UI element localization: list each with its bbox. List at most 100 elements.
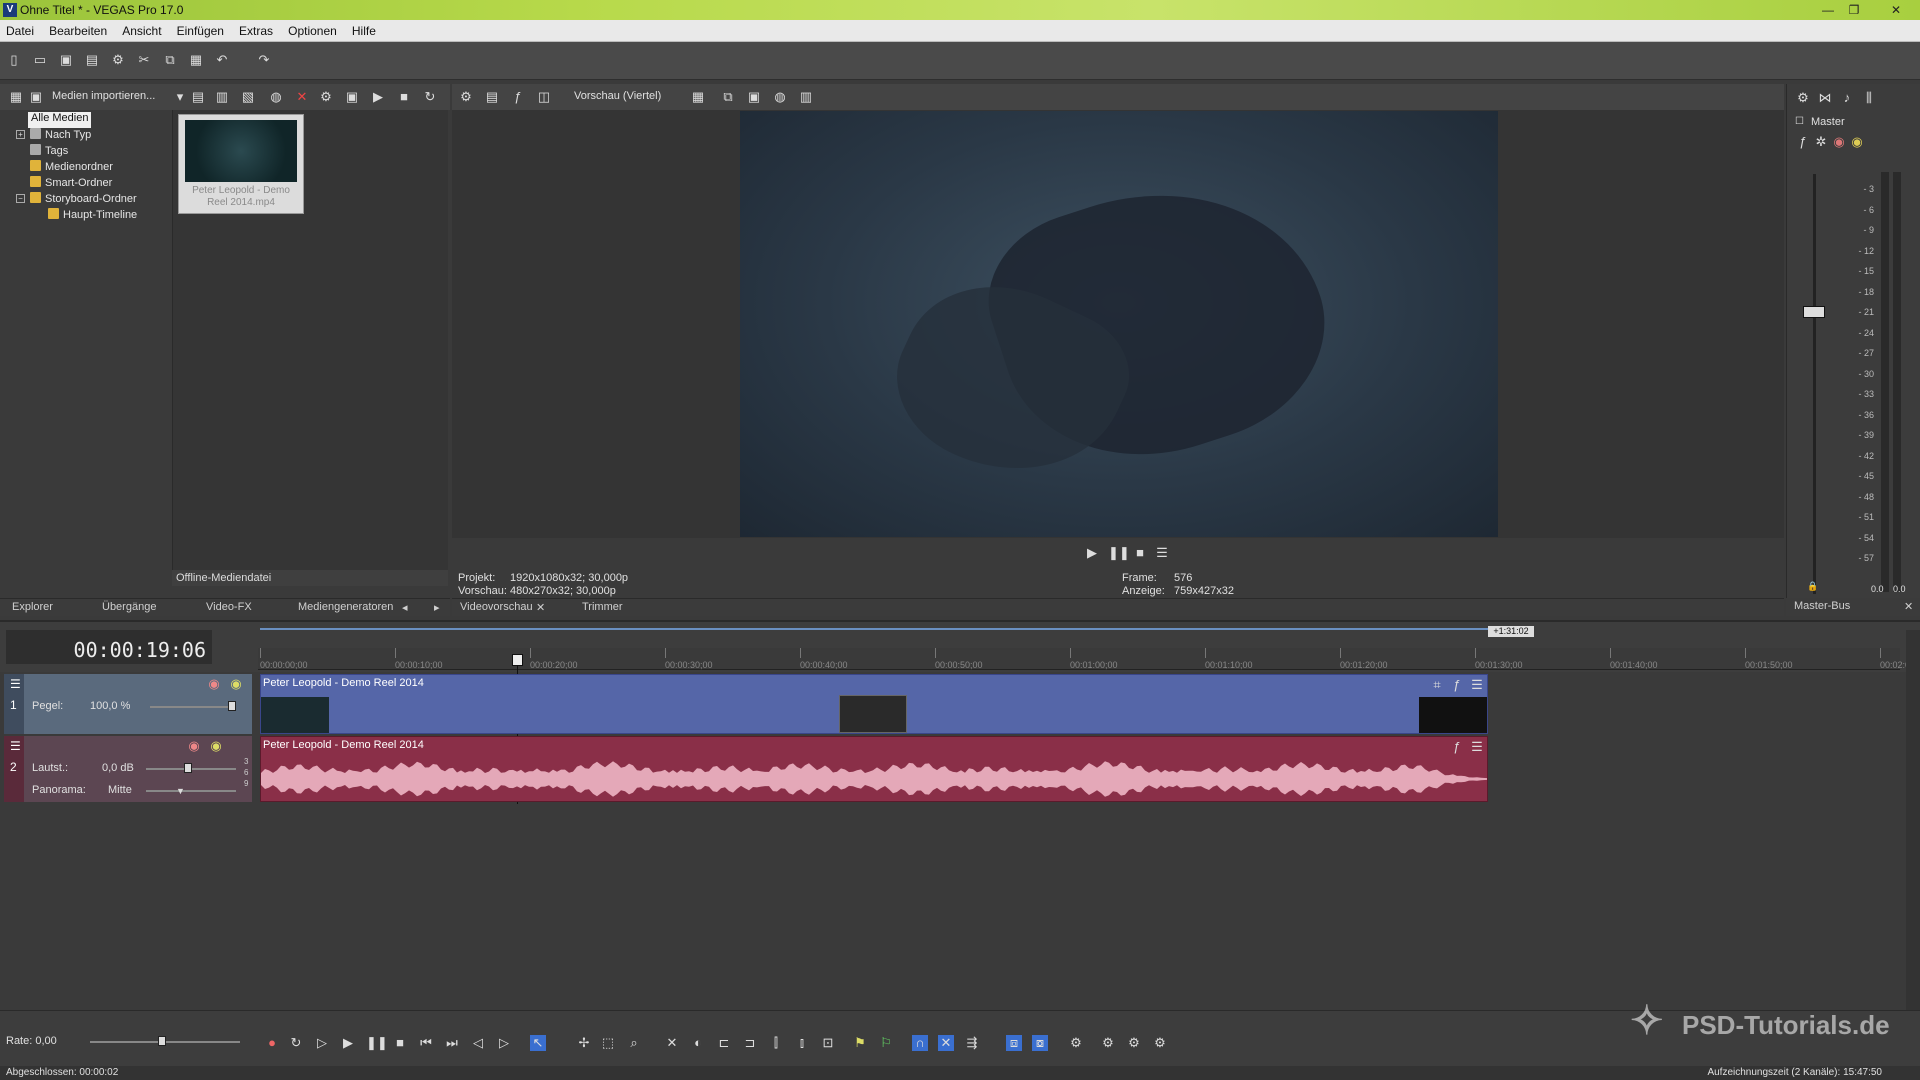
- menu-datei[interactable]: Datei: [0, 20, 40, 38]
- tree-item-tags[interactable]: Tags: [30, 144, 68, 160]
- bin-icon[interactable]: ◍: [268, 89, 284, 105]
- delete-icon[interactable]: ✕: [664, 1035, 680, 1051]
- fx-icon[interactable]: ƒ: [1795, 134, 1811, 150]
- meters-icon[interactable]: ⫼: [1861, 90, 1877, 106]
- event-pan-icon[interactable]: ⚙: [1100, 1035, 1116, 1051]
- save-snapshot-icon[interactable]: ▣: [746, 89, 762, 105]
- dropdown-chevron-icon[interactable]: ▾: [172, 89, 188, 105]
- open-folder-icon[interactable]: ▭: [32, 52, 48, 68]
- normal-edit-tool-icon[interactable]: ↖: [530, 1035, 546, 1051]
- pan-crop-icon[interactable]: ⌗: [1429, 677, 1445, 693]
- close-tab-icon[interactable]: ✕: [536, 601, 545, 614]
- capture-icon[interactable]: ▤: [190, 89, 206, 105]
- tab-scroll-right-icon[interactable]: ▸: [434, 601, 440, 614]
- event-fx-icon[interactable]: ⚙: [1068, 1035, 1084, 1051]
- audio-track-header[interactable]: ☰ 2 ◉ ◉ Lautst.: 0,0 dB Panorama: Mitte …: [4, 736, 252, 802]
- play-icon[interactable]: ▶: [1084, 545, 1100, 561]
- tab-trimmer[interactable]: Trimmer: [582, 601, 623, 613]
- paste-icon[interactable]: ▦: [188, 52, 204, 68]
- close-tab-icon[interactable]: ✕: [1904, 600, 1913, 613]
- play-icon[interactable]: ▶: [370, 89, 386, 105]
- tab-master-bus[interactable]: Master-Bus: [1794, 600, 1850, 612]
- next-frame-icon[interactable]: ▷: [496, 1035, 512, 1051]
- lock-envelopes-icon[interactable]: ⧈: [1006, 1035, 1022, 1051]
- close-button[interactable]: ✕: [1886, 2, 1906, 18]
- import-media-button[interactable]: Medien importieren...: [52, 90, 155, 102]
- auto-ripple-icon[interactable]: ⇶: [964, 1035, 980, 1051]
- overlays-icon[interactable]: ▦: [690, 89, 706, 105]
- tab-scroll-left-icon[interactable]: ◂: [402, 601, 408, 614]
- loop-region[interactable]: [260, 628, 1488, 630]
- adjust-icon[interactable]: ◍: [772, 89, 788, 105]
- minimize-button[interactable]: —: [1818, 2, 1838, 18]
- autopreview-icon[interactable]: ↻: [422, 89, 438, 105]
- timecode-display[interactable]: 00:00:19:06: [6, 630, 212, 664]
- snapping-icon[interactable]: ∩: [912, 1035, 928, 1051]
- view-icon[interactable]: ▦: [8, 89, 24, 105]
- pause-icon[interactable]: ❚❚: [1108, 545, 1130, 561]
- clip-fx-icon[interactable]: ƒ: [1449, 677, 1465, 693]
- timeline-empty-area[interactable]: [0, 804, 1900, 1010]
- get-media-icon[interactable]: ▧: [240, 89, 256, 105]
- trim-start-icon[interactable]: ⊏: [716, 1035, 732, 1051]
- grid-icon[interactable]: ▥: [798, 89, 814, 105]
- region-icon[interactable]: ⚐: [878, 1035, 894, 1051]
- solo-icon[interactable]: ◉: [1849, 134, 1865, 150]
- master-checkbox[interactable]: ☐: [1795, 116, 1804, 127]
- envelope-tool-icon[interactable]: ✢: [576, 1035, 592, 1051]
- render-icon[interactable]: ▤: [84, 52, 100, 68]
- rate-slider-knob[interactable]: [158, 1036, 166, 1046]
- delete-icon[interactable]: ✕: [294, 89, 310, 105]
- pan-slider-track[interactable]: [146, 790, 236, 792]
- selection-tool-icon[interactable]: ⬚: [600, 1035, 616, 1051]
- ignore-grouping-icon[interactable]: ⧇: [1032, 1035, 1048, 1051]
- copy-snapshot-icon[interactable]: ⧉: [720, 89, 736, 105]
- trim-icon[interactable]: ◐: [690, 1035, 706, 1051]
- fx-icon[interactable]: ƒ: [510, 89, 526, 105]
- properties-gear-icon[interactable]: ⚙: [110, 52, 126, 68]
- video-track-header[interactable]: ☰ 1 ◉ ◉ Pegel: 100,0 %: [4, 674, 252, 734]
- follow-icon[interactable]: ⚙: [1152, 1035, 1168, 1051]
- mute-icon[interactable]: ◉: [206, 676, 222, 692]
- play-from-start-icon[interactable]: ▷: [314, 1035, 330, 1051]
- glue-icon[interactable]: ⫾: [794, 1035, 810, 1051]
- split-icon[interactable]: ⫿: [768, 1035, 784, 1051]
- play-icon[interactable]: ▶: [340, 1035, 356, 1051]
- undo-icon[interactable]: ↶: [214, 52, 230, 68]
- clip-menu-icon[interactable]: ☰: [1469, 739, 1485, 755]
- tree-item-medienordner[interactable]: Medienordner: [30, 160, 113, 176]
- stop-icon[interactable]: ■: [1132, 545, 1148, 561]
- event-groups-icon[interactable]: ⚙: [1126, 1035, 1142, 1051]
- video-clip[interactable]: Peter Leopold - Demo Reel 2014 ⌗ ƒ ☰: [260, 674, 1488, 734]
- save-icon[interactable]: ▣: [58, 52, 74, 68]
- tree-item-haupt-timeline[interactable]: Haupt-Timeline: [48, 208, 137, 224]
- menu-einfuegen[interactable]: Einfügen: [171, 20, 230, 38]
- clip-menu-icon[interactable]: ☰: [1469, 677, 1485, 693]
- solo-icon[interactable]: ◉: [228, 676, 244, 692]
- collapse-icon[interactable]: −: [16, 194, 25, 203]
- prev-frame-icon[interactable]: ◁: [470, 1035, 486, 1051]
- audio-clip[interactable]: Peter Leopold - Demo Reel 2014 ƒ ☰: [260, 736, 1488, 802]
- maximize-button[interactable]: ❐: [1844, 2, 1864, 18]
- go-to-end-icon[interactable]: ⏭: [444, 1035, 460, 1051]
- pegel-slider-knob[interactable]: [228, 701, 236, 711]
- expand-icon[interactable]: +: [16, 130, 25, 139]
- tree-item-alle-medien[interactable]: Alle Medien: [28, 112, 92, 128]
- track-menu-icon[interactable]: ☰: [10, 677, 21, 691]
- fx-chain-icon[interactable]: ✲: [1813, 134, 1829, 150]
- cut-icon[interactable]: ✂: [136, 52, 152, 68]
- marker-icon[interactable]: ⚑: [852, 1035, 868, 1051]
- pan-slider-knob[interactable]: ▼: [176, 786, 185, 796]
- menu-extras[interactable]: Extras: [233, 20, 279, 38]
- tab-videovorschau[interactable]: Videovorschau: [460, 601, 533, 613]
- trim-end-icon[interactable]: ⊐: [742, 1035, 758, 1051]
- tab-mediengeneratoren[interactable]: Mediengeneratoren: [298, 601, 393, 613]
- volume-slider-knob[interactable]: [184, 763, 192, 773]
- master-fader-knob[interactable]: [1803, 306, 1825, 318]
- copy-icon[interactable]: ⧉: [162, 52, 178, 68]
- preview-quality-dropdown[interactable]: Vorschau (Viertel): [574, 90, 661, 102]
- record-icon[interactable]: ●: [264, 1035, 280, 1051]
- time-ruler[interactable]: 00:00:00;00 00:00:10;00 00:00:20;00 00:00:3…: [258, 648, 1915, 670]
- vertical-scrollbar[interactable]: [1906, 630, 1920, 1010]
- stop-icon[interactable]: ■: [392, 1035, 408, 1051]
